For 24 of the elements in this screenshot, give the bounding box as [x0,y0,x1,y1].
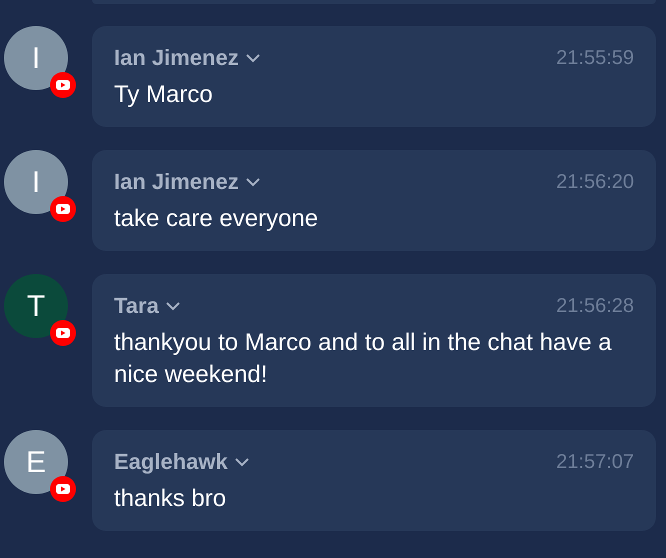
chevron-down-icon[interactable] [234,457,250,467]
video-platform-icon [50,196,76,222]
chevron-down-icon[interactable] [164,301,181,311]
chevron-down-icon[interactable] [244,177,261,187]
author-name[interactable]: Tara [114,293,159,319]
message-text: Ty Marco [114,80,214,110]
avatar: T [4,274,68,338]
avatar: I [4,26,68,90]
avatar: E [4,430,68,494]
avatar: I [4,150,68,214]
timestamp: 21:57:07 [556,450,634,475]
timestamp: 21:55:59 [556,46,634,71]
video-platform-icon [50,476,76,502]
video-platform-icon [50,72,76,98]
timestamp: 21:56:20 [556,170,634,195]
chevron-down-icon[interactable] [244,53,261,63]
timestamp: 21:56:28 [556,294,634,319]
author-name[interactable]: Ian Jimenez [114,45,239,71]
author-name[interactable]: Eaglehawk [114,449,228,475]
message-text: thanks bro [114,484,228,514]
message-text: take care everyone [114,204,320,234]
video-platform-icon [50,320,76,346]
author-name[interactable]: Ian Jimenez [114,169,239,195]
message-text: thankyou to Marco and to all in the chat have a nice weekend! [114,328,613,390]
